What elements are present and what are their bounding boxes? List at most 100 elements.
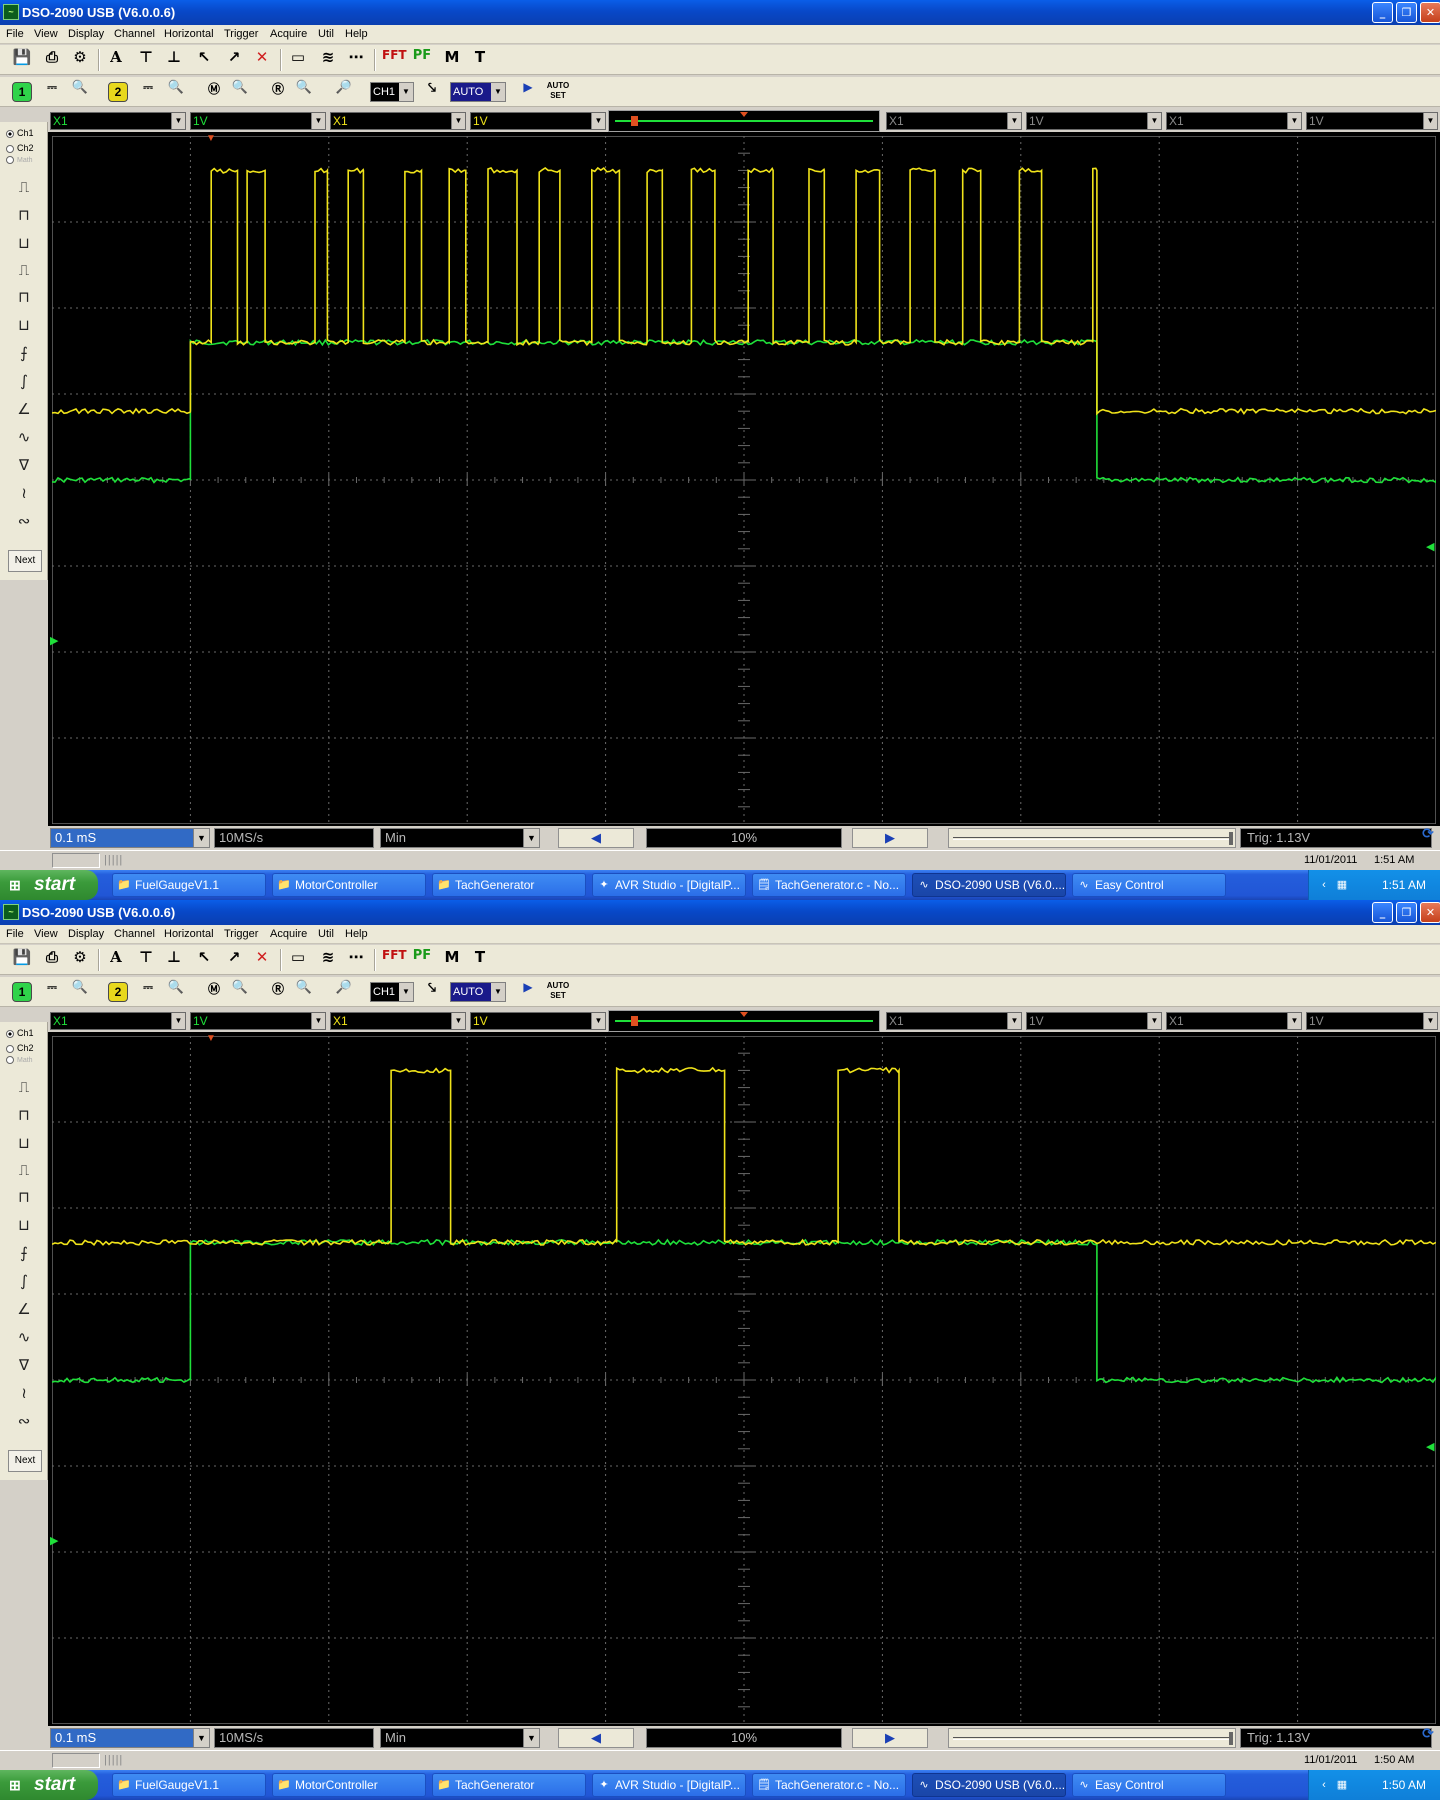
timebase-select[interactable]: 0.1 mS ▼ [50,828,210,848]
menu-display[interactable]: Display [68,928,104,940]
window-icon[interactable]: ▭ [286,48,310,72]
clear-cursor-icon[interactable]: ✕ [250,948,274,972]
menu-display[interactable]: Display [68,28,104,40]
math-probe-select[interactable]: X1 ▼ [886,112,1022,130]
rms-icon[interactable]: ≀ [12,1382,36,1404]
ch2-button[interactable]: 2 [108,82,128,102]
cursor-v-icon[interactable]: ⊥ [162,48,186,72]
print-icon[interactable]: ⎙ [40,948,64,972]
task-fuelgauge[interactable]: 📁 FuelGaugeV1.1 [112,1773,266,1797]
restore-button[interactable]: ❐ [1396,902,1417,923]
trigger-position-marker[interactable]: ▼ [206,134,216,144]
menu-horizontal[interactable]: Horizontal [164,928,214,940]
ch2-probe-select[interactable]: X1 ▼ [330,112,466,130]
ch1-zoom-icon[interactable]: 🔍 [68,980,92,1004]
network-icon[interactable]: ▦ [1335,1778,1349,1792]
slew-icon[interactable]: ∠ [12,1298,36,1320]
refresh-icon[interactable]: ⟳ [1416,826,1440,850]
menu-view[interactable]: View [34,28,58,40]
waveform-display[interactable] [52,136,1436,824]
ch1-ground-marker[interactable]: ▶ [50,636,58,647]
menu-help[interactable]: Help [345,928,368,940]
ref-volts-select[interactable]: 1V ▼ [1306,112,1438,130]
ch2-radio[interactable]: Ch2 [6,1043,34,1053]
ref-probe-select[interactable]: X1 ▼ [1166,112,1302,130]
math-radio[interactable]: Math [6,156,33,164]
ref-volts-select[interactable]: 1V ▼ [1306,1012,1438,1030]
menu-trigger[interactable]: Trigger [224,28,258,40]
trigger-level-slider[interactable] [948,1728,1236,1748]
peak-peak-icon[interactable]: ∿ [12,426,36,448]
slider-knob[interactable] [1229,1732,1233,1745]
mean-icon[interactable]: ∾ [12,1410,36,1432]
run-icon[interactable]: ▶ [516,980,540,1004]
timebase-select[interactable]: 0.1 mS ▼ [50,1728,210,1748]
minimize-button[interactable]: _ [1372,902,1393,923]
tray-arrow-icon[interactable]: ‹ [1317,878,1331,892]
math-zoom-icon[interactable]: 🔍 [228,980,252,1004]
ch2-coupling-icon[interactable]: ⎓ [136,80,160,104]
tray-arrow-icon[interactable]: ‹ [1317,1778,1331,1792]
duty-neg-icon[interactable]: ⊔ [12,1214,36,1236]
ch1-volts-select[interactable]: 1V ▼ [190,1012,326,1030]
menu-acquire[interactable]: Acquire [270,928,307,940]
ch2-probe-select[interactable]: X1 ▼ [330,1012,466,1030]
waveform-display[interactable] [52,1036,1436,1724]
trigger-zoom-icon[interactable]: 🔎 [332,80,356,104]
next-button[interactable]: Next [8,1450,42,1472]
task-dso[interactable]: ∿ DSO-2090 USB (V6.0.... [912,1773,1066,1797]
position-right-button[interactable]: ▶ [852,828,928,848]
mean-icon[interactable]: ∾ [12,510,36,532]
rise-time-icon[interactable]: ⨍ [12,1242,36,1264]
math-icon[interactable]: M [440,948,464,972]
ref-zoom-icon[interactable]: 🔍 [292,980,316,1004]
autoset-button[interactable]: AUTO SET [538,981,578,1003]
task-tachgenerator[interactable]: 📁 TachGenerator [432,873,586,897]
fft-icon[interactable]: FFT [382,948,407,972]
duty-neg-icon[interactable]: ⊔ [12,314,36,336]
ch1-coupling-icon[interactable]: ⎓ [40,80,64,104]
trigger-mode-select[interactable]: AUTO ▼ [450,82,506,102]
timing-icon[interactable]: T [468,48,492,72]
ch1-button[interactable]: 1 [12,982,32,1002]
save-icon[interactable]: 💾 [10,948,34,972]
period-icon[interactable]: ⎍ [12,1159,36,1181]
start-button[interactable]: ⊞ start [0,1770,98,1800]
text-tool-icon[interactable]: A [104,948,128,972]
duty-pos-icon[interactable]: ⊓ [12,1186,36,1208]
ch1-volts-select[interactable]: 1V ▼ [190,112,326,130]
next-button[interactable]: Next [8,550,42,572]
trigger-mode-select[interactable]: AUTO ▼ [450,982,506,1002]
clear-cursor-icon[interactable]: ✕ [250,48,274,72]
ref-zoom-icon[interactable]: 🔍 [292,80,316,104]
ch1-button[interactable]: 1 [12,82,32,102]
trigger-slope-icon[interactable]: ⤥ [420,980,444,1004]
task-avr-studio[interactable]: ✦ AVR Studio - [DigitalP... [592,1773,746,1797]
acquire-mode-select[interactable]: Min ▼ [380,828,540,848]
math-probe-select[interactable]: X1 ▼ [886,1012,1022,1030]
ch2-volts-select[interactable]: 1V ▼ [470,1012,606,1030]
rise-time-icon[interactable]: ⨍ [12,342,36,364]
ch2-zoom-icon[interactable]: 🔍 [164,80,188,104]
task-fuelgauge[interactable]: 📁 FuelGaugeV1.1 [112,873,266,897]
close-button[interactable]: ✕ [1420,902,1440,923]
slider-knob[interactable] [1229,832,1233,845]
minimum-icon[interactable]: ∇ [12,1354,36,1376]
trigger-slope-icon[interactable]: ⤥ [420,80,444,104]
printer-setup-icon[interactable]: ⚙ [68,948,92,972]
menu-channel[interactable]: Channel [114,928,155,940]
ch1-radio[interactable]: Ch1 [6,1028,34,1038]
math-volts-select[interactable]: 1V ▼ [1026,112,1162,130]
close-button[interactable]: ✕ [1420,2,1440,23]
trigger-source-select[interactable]: CH1 ▼ [370,982,414,1002]
rms-icon[interactable]: ≀ [12,482,36,504]
peak-peak-icon[interactable]: ∿ [12,1326,36,1348]
menu-trigger[interactable]: Trigger [224,928,258,940]
text-tool-icon[interactable]: A [104,48,128,72]
menu-channel[interactable]: Channel [114,28,155,40]
minimize-button[interactable]: _ [1372,2,1393,23]
pulse-neg-icon[interactable]: ⊓ [12,1104,36,1126]
pulse-neg-icon[interactable]: ⊓ [12,204,36,226]
task-notepad[interactable]: 🗒 TachGenerator.c - No... [752,1773,906,1797]
minimum-icon[interactable]: ∇ [12,454,36,476]
